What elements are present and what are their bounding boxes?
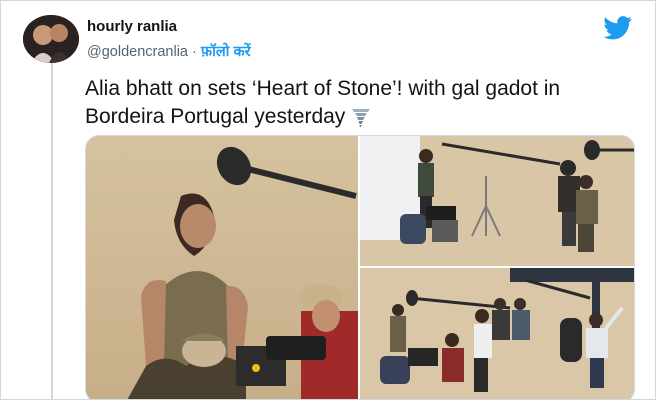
photo-bottom-right-image bbox=[360, 268, 634, 399]
photo-top-right-image bbox=[360, 136, 634, 266]
separator: · bbox=[192, 44, 197, 60]
display-name[interactable]: hourly ranlia bbox=[87, 18, 177, 35]
photo-main-image bbox=[86, 136, 358, 399]
photo-top-right[interactable] bbox=[360, 136, 634, 266]
thread-line bbox=[51, 63, 53, 399]
handle-row: @goldencranlia · फ़ॉलो करें bbox=[87, 41, 251, 61]
follow-button[interactable]: फ़ॉलो करें bbox=[201, 44, 251, 60]
media-grid[interactable] bbox=[85, 135, 635, 399]
photo-main[interactable] bbox=[86, 136, 358, 399]
handle[interactable]: @goldencranlia bbox=[87, 44, 188, 60]
avatar-image bbox=[23, 15, 79, 63]
avatar[interactable] bbox=[23, 15, 79, 63]
tweet-text: Alia bhatt on sets ‘Heart of Stone’! wit… bbox=[85, 75, 605, 131]
twitter-bird-icon[interactable] bbox=[603, 16, 633, 40]
tweet-text-content: Alia bhatt on sets ‘Heart of Stone’! wit… bbox=[85, 77, 561, 128]
tornado-icon bbox=[352, 109, 371, 128]
tweet-card[interactable]: hourly ranlia @goldencranlia · फ़ॉलो करे… bbox=[0, 0, 656, 400]
photo-bottom-right[interactable] bbox=[360, 268, 634, 399]
